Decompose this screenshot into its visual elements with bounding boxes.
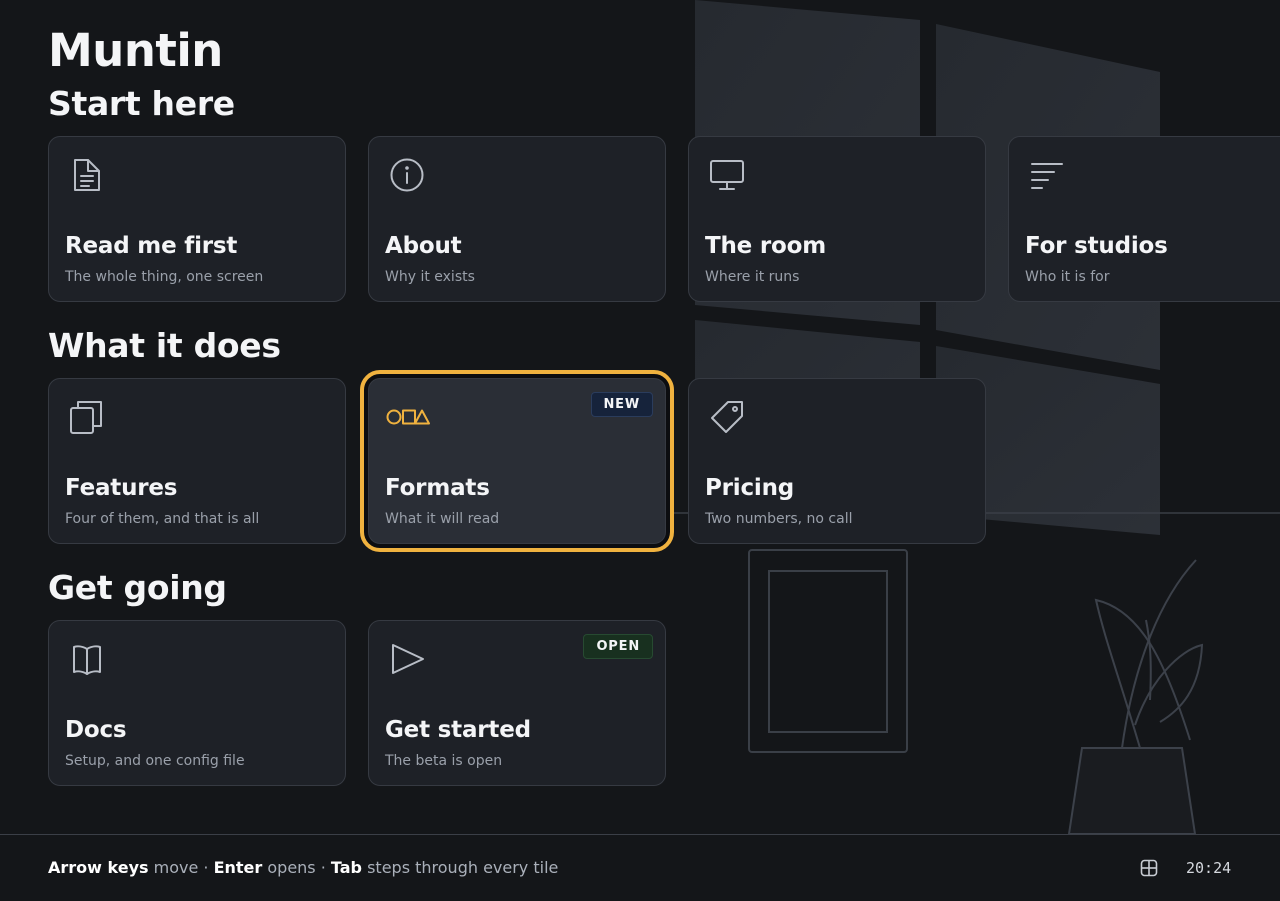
badge-new: NEW	[590, 392, 653, 417]
layout-grid-icon[interactable]	[1139, 858, 1159, 878]
tile-subtitle: What it will read	[385, 511, 500, 527]
tile-title: About	[385, 233, 462, 259]
text-lines-icon	[1029, 157, 1065, 193]
tile-subtitle: The whole thing, one screen	[65, 269, 264, 285]
shapes-icon	[385, 399, 431, 435]
tile-pricing[interactable]: Pricing Two numbers, no call	[688, 378, 986, 544]
document-icon	[69, 157, 105, 193]
tile-subtitle: Setup, and one config file	[65, 753, 245, 769]
copy-icon	[69, 399, 105, 435]
tile-read-me-first[interactable]: Read me first The whole thing, one scree…	[48, 136, 346, 302]
info-icon	[389, 157, 425, 193]
hint-key-arrows: Arrow keys	[48, 858, 149, 877]
hint-key-enter: Enter	[213, 858, 263, 877]
tile-title: Read me first	[65, 233, 238, 259]
book-icon	[69, 641, 105, 677]
tile-title: Pricing	[705, 475, 795, 501]
tile-subtitle: The beta is open	[385, 753, 503, 769]
tile-about[interactable]: About Why it exists	[368, 136, 666, 302]
tile-subtitle: Two numbers, no call	[705, 511, 853, 527]
tile-subtitle: Who it is for	[1025, 269, 1110, 285]
keyboard-hint: Arrow keys move · Enter opens · Tab step…	[48, 858, 558, 877]
tile-title: The room	[705, 233, 826, 259]
tile-the-room[interactable]: The room Where it runs	[688, 136, 986, 302]
tile-title: Get started	[385, 717, 531, 743]
tile-title: Features	[65, 475, 178, 501]
tile-formats[interactable]: NEW Formats What it will read	[360, 370, 674, 552]
hint-text-opens: opens ·	[262, 858, 331, 877]
tile-docs[interactable]: Docs Setup, and one config file	[48, 620, 346, 786]
hint-text-tab: steps through every tile	[362, 858, 559, 877]
monitor-icon	[709, 157, 745, 193]
play-icon	[389, 641, 425, 677]
tag-icon	[709, 399, 745, 435]
badge-open: OPEN	[583, 634, 653, 659]
app-title: Muntin	[48, 24, 223, 77]
hint-text-move: move ·	[148, 858, 214, 877]
tile-subtitle: Why it exists	[385, 269, 475, 285]
tile-for-studios[interactable]: For studios Who it is for	[1008, 136, 1280, 302]
tile-subtitle: Where it runs	[705, 269, 800, 285]
tile-title: Formats	[385, 475, 490, 501]
section-title-start-here: Start here	[48, 84, 235, 123]
hint-key-tab: Tab	[330, 858, 362, 877]
tile-title: For studios	[1025, 233, 1168, 259]
bottom-bar: Arrow keys move · Enter opens · Tab step…	[0, 834, 1280, 901]
tile-title: Docs	[65, 717, 127, 743]
tile-get-started[interactable]: OPEN Get started The beta is open	[368, 620, 666, 786]
section-title-get-going: Get going	[48, 568, 227, 607]
section-title-what-it-does: What it does	[48, 326, 281, 365]
tile-features[interactable]: Features Four of them, and that is all	[48, 378, 346, 544]
clock: 20:24	[1186, 859, 1232, 877]
tile-subtitle: Four of them, and that is all	[65, 511, 260, 527]
